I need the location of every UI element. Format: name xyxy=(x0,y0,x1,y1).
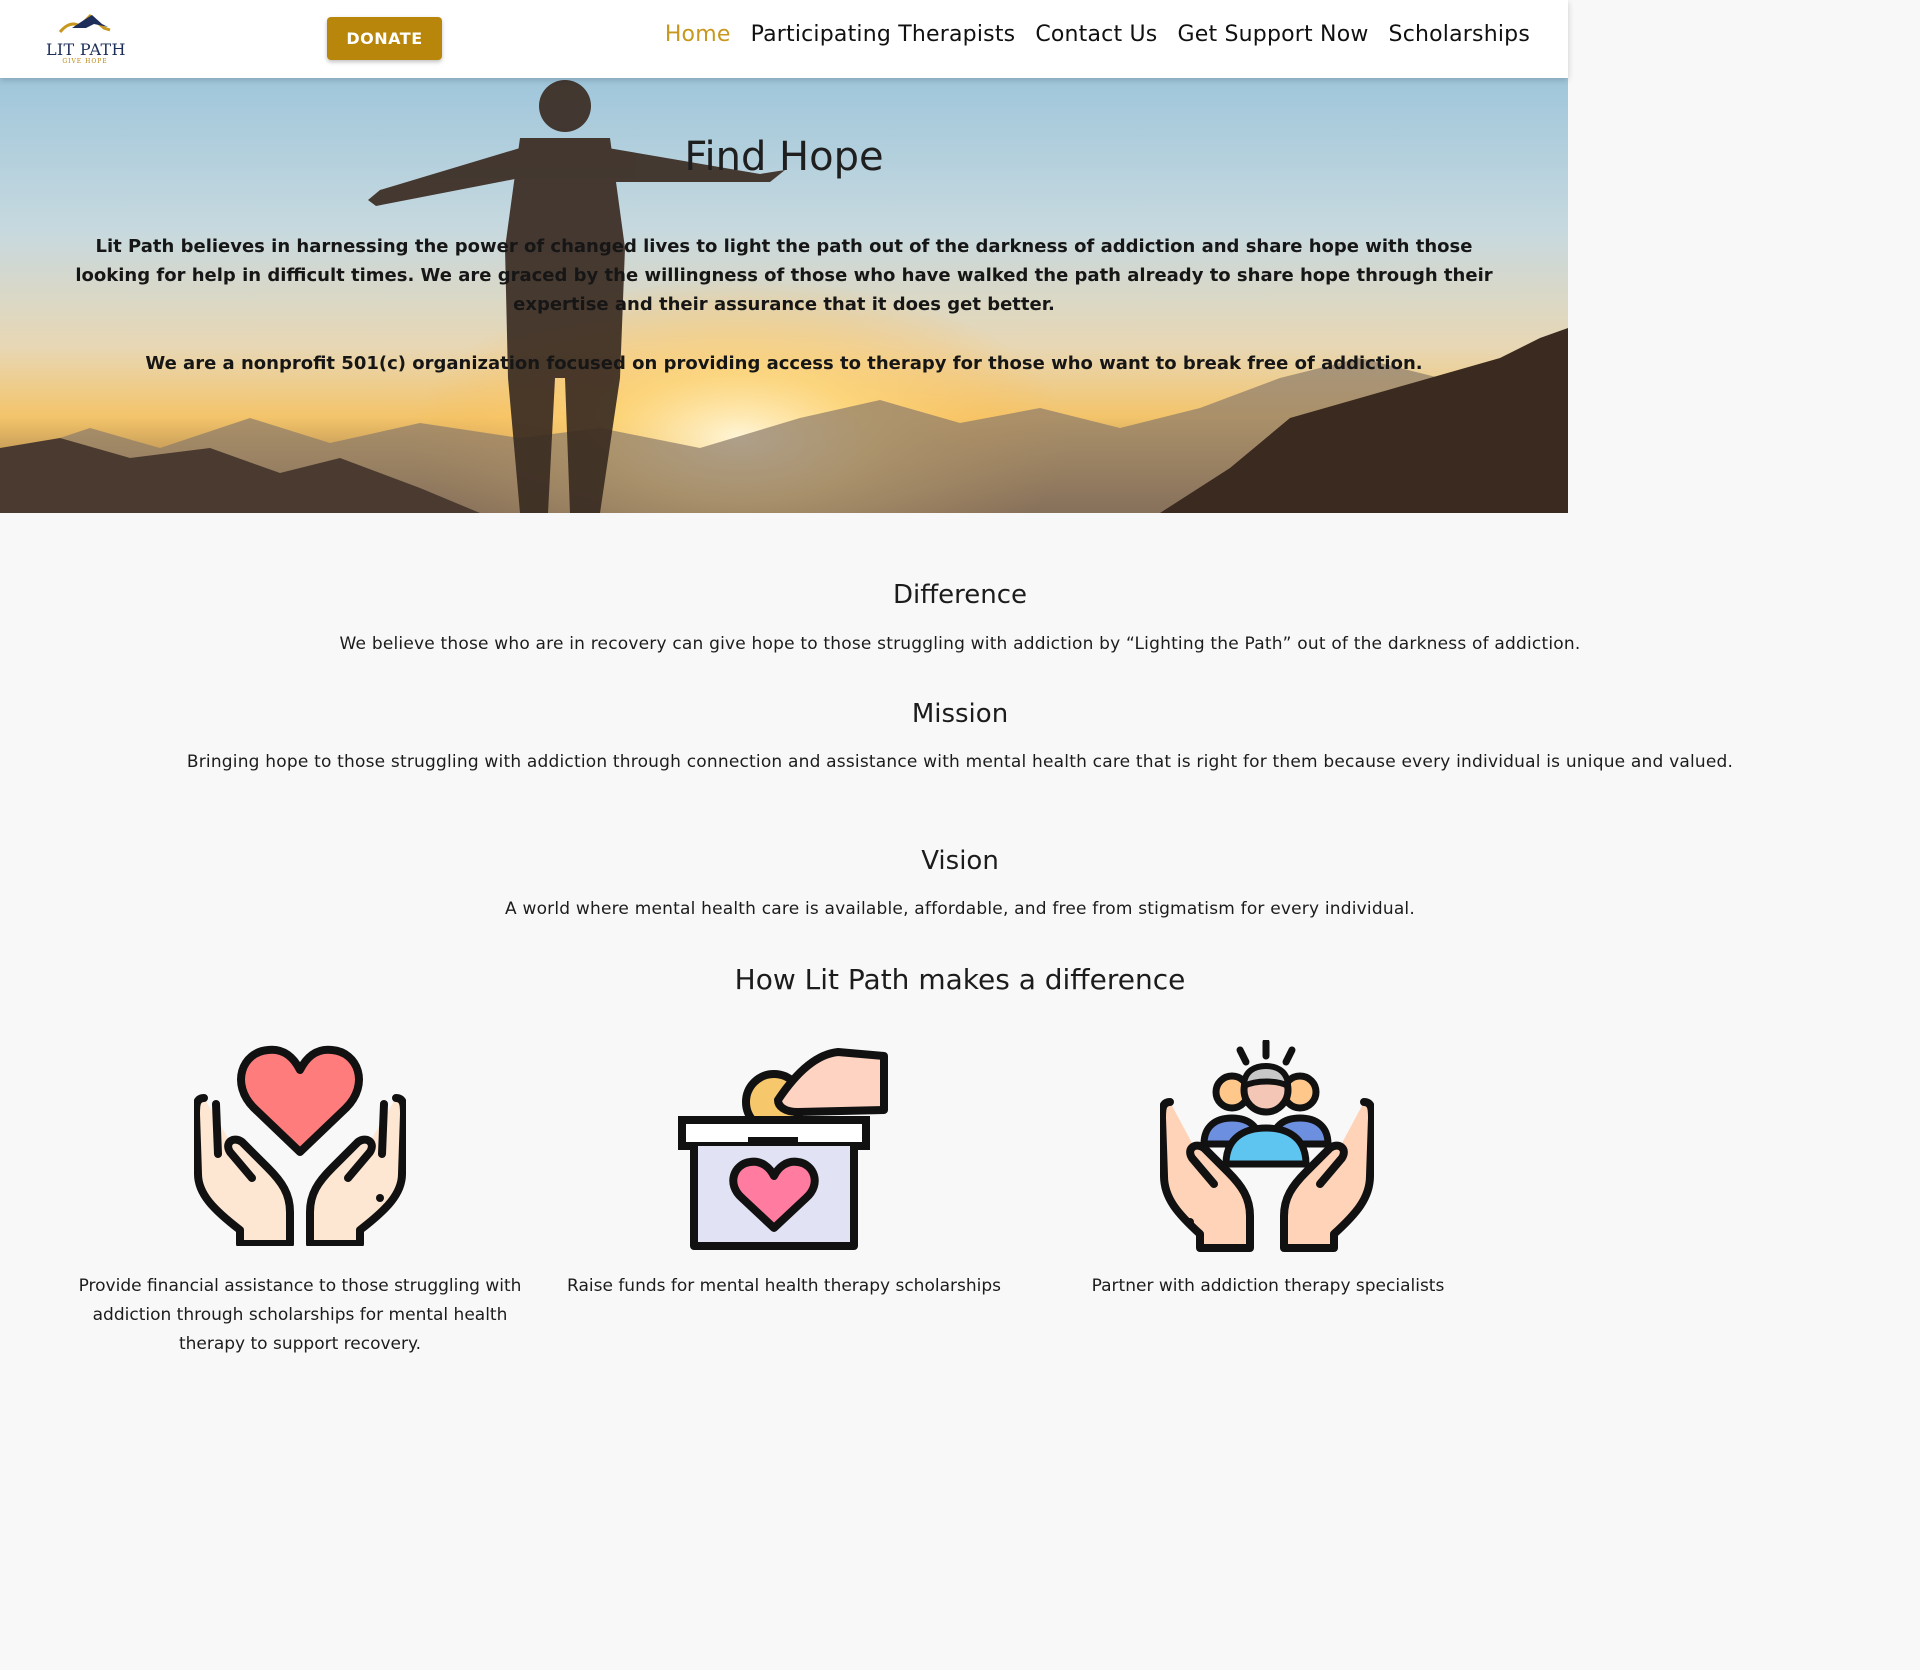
mission-title: Mission xyxy=(911,699,1009,729)
donate-button[interactable]: DONATE xyxy=(327,17,442,60)
vision-text: A world where mental health care is avai… xyxy=(505,899,1415,919)
difference-text: We believe those who are in recovery can… xyxy=(339,634,1581,654)
mountain-logo-icon xyxy=(58,13,111,33)
feature-caption-financial: Provide financial assistance to those st… xyxy=(78,1276,522,1354)
hero-title: Find Hope xyxy=(684,134,884,180)
logo-tagline: GIVE HOPE xyxy=(62,58,108,65)
hero-nonprofit-text: We are a nonprofit 501(c) organization f… xyxy=(145,353,1423,374)
nav-get-support-now[interactable]: Get Support Now xyxy=(1177,22,1368,47)
difference-title: Difference xyxy=(892,580,1028,610)
nav-home[interactable]: Home xyxy=(665,22,731,47)
nav-participating-therapists[interactable]: Participating Therapists xyxy=(751,22,1016,47)
logo-name: LIT PATH xyxy=(46,40,126,59)
nav-contact-us[interactable]: Contact Us xyxy=(1035,22,1157,47)
hands-people-icon xyxy=(1158,1038,1376,1256)
hands-heart-icon xyxy=(192,1044,408,1250)
hero-intro-text: Lit Path believes in harnessing the powe… xyxy=(75,236,1493,315)
main-nav: Home Participating Therapists Contact Us… xyxy=(665,22,1530,47)
mission-text: Bringing hope to those struggling with a… xyxy=(186,752,1734,772)
nav-scholarships[interactable]: Scholarships xyxy=(1389,22,1530,47)
site-header: LIT PATH GIVE HOPE DONATE Home Participa… xyxy=(0,0,1568,78)
how-title: How Lit Path makes a difference xyxy=(734,963,1186,996)
site-logo[interactable]: LIT PATH GIVE HOPE xyxy=(46,12,126,66)
hero-banner: Find Hope Lit Path believes in harnessin… xyxy=(0,78,1568,513)
feature-caption-partner: Partner with addiction therapy specialis… xyxy=(1091,1276,1445,1296)
donation-box-icon xyxy=(678,1040,890,1256)
vision-title: Vision xyxy=(921,846,999,876)
feature-caption-raise-funds: Raise funds for mental health therapy sc… xyxy=(567,1276,1001,1296)
